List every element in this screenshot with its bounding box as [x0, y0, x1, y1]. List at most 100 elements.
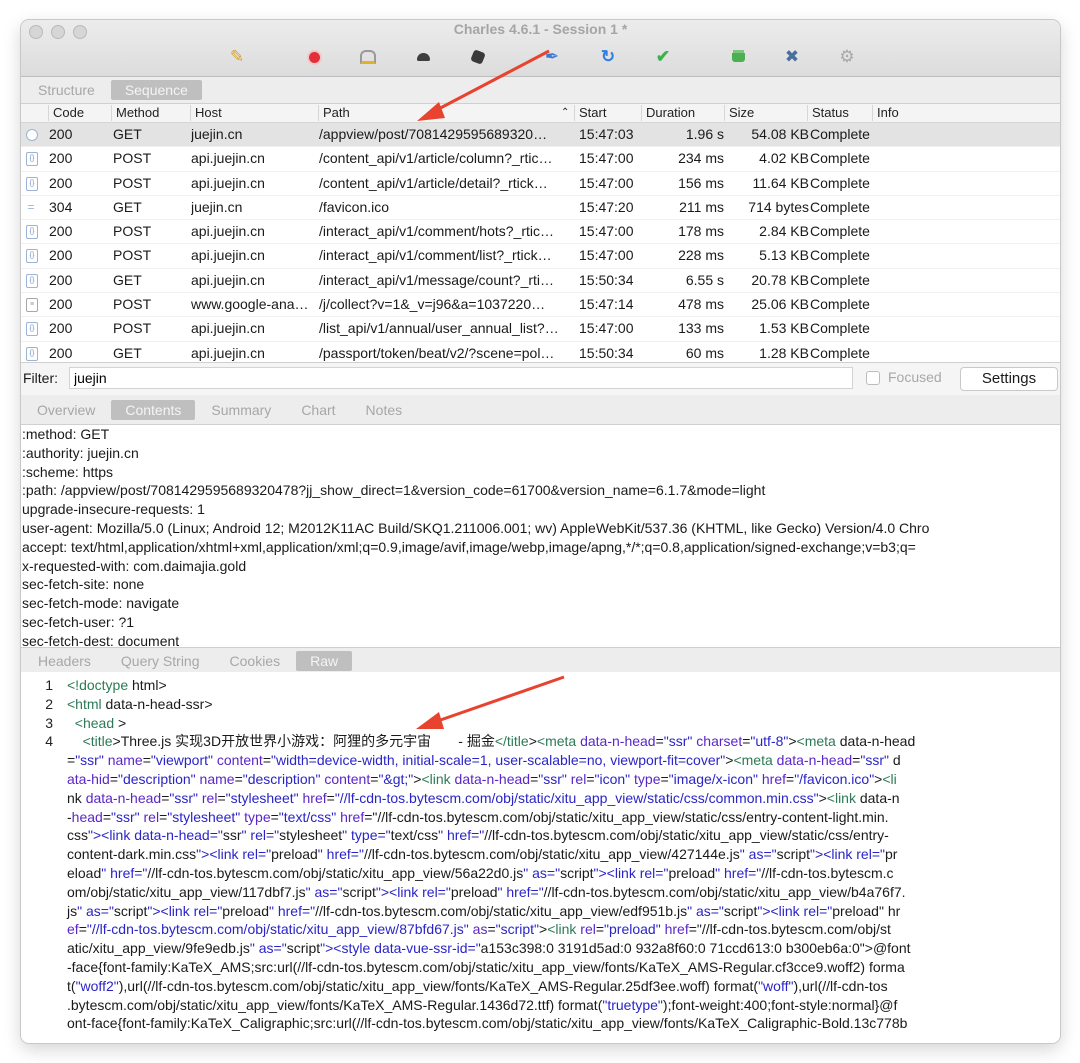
row-path: /interact_api/v1/comment/list?_rtick…: [319, 247, 552, 264]
check-icon[interactable]: ✔: [650, 44, 676, 70]
raw-line: 2 <html data-n-head-ssr>: [21, 695, 1060, 714]
view-tabs-bar: Structure Sequence: [21, 77, 1060, 104]
request-headers-pane: :method: GET :authority: juejin.cn :sche…: [21, 425, 1060, 646]
header-path[interactable]: Path: [318, 105, 350, 121]
row-method: GET: [113, 198, 142, 215]
stop-icon[interactable]: [465, 44, 491, 70]
row-code: 200: [49, 320, 73, 337]
table-row[interactable]: {} 200 GET api.juejin.cn /interact_api/v…: [21, 269, 1060, 294]
tab-notes[interactable]: Notes: [352, 400, 417, 420]
tab-query-string[interactable]: Query String: [107, 651, 214, 671]
pen-icon[interactable]: ✒: [539, 44, 565, 70]
row-size: 714 bytes: [748, 198, 809, 215]
request-json-icon: {}: [26, 176, 38, 191]
row-duration: 478 ms: [678, 296, 724, 313]
raw-line: -face{font-family:KaTeX_AMS;src:url(//lf…: [21, 958, 1060, 977]
gear-icon[interactable]: ⚙: [834, 44, 860, 70]
row-start: 15:47:00: [579, 223, 634, 240]
raw-line-text: atic/xitu_app_view/9fe9edb.js" as="scrip…: [67, 940, 911, 957]
tab-chart[interactable]: Chart: [287, 400, 349, 420]
table-row[interactable]: {} 200 POST api.juejin.cn /list_api/v1/a…: [21, 317, 1060, 342]
header-duration[interactable]: Duration: [641, 105, 695, 121]
table-row[interactable]: {} 200 POST api.juejin.cn /interact_api/…: [21, 244, 1060, 269]
header-size[interactable]: Size: [724, 105, 754, 121]
refresh-icon[interactable]: ↻: [595, 44, 621, 70]
tab-headers[interactable]: Headers: [24, 651, 105, 671]
raw-line: 4 <title>Three.js 实现3D开放世界小游戏：阿狸的多元宇宙 - …: [21, 732, 1060, 751]
basket-icon[interactable]: [725, 44, 751, 70]
raw-line: ="ssr" name="viewport" content="width=de…: [21, 751, 1060, 770]
record-icon[interactable]: [301, 44, 327, 70]
table-row[interactable]: 200 GET juejin.cn /appview/post/70814295…: [21, 123, 1060, 148]
raw-line-text: js" as="script"><link rel="preload" href…: [67, 902, 901, 919]
header-line: user-agent: Mozilla/5.0 (Linux; Android …: [22, 519, 930, 536]
raw-line: js" as="script"><link rel="preload" href…: [21, 902, 1060, 921]
raw-line: ef="//lf-cdn-tos.bytescm.com/obj/static/…: [21, 920, 1060, 939]
focused-checkbox[interactable]: [866, 371, 880, 385]
table-row[interactable]: {} 200 POST api.juejin.cn /content_api/v…: [21, 147, 1060, 172]
header-host[interactable]: Host: [190, 105, 222, 121]
response-tabs-bar: Headers Query String Cookies Raw: [21, 647, 1060, 673]
table-row[interactable]: {} 200 POST api.juejin.cn /content_api/v…: [21, 172, 1060, 196]
settings-button[interactable]: Settings: [960, 367, 1058, 391]
row-duration: 211 ms: [679, 198, 724, 215]
toolbar: ✎ ✒ ↻ ✔ ✖ ⚙: [21, 44, 1060, 74]
header-code[interactable]: Code: [48, 105, 84, 121]
request-html-icon: [26, 129, 38, 141]
raw-line: -head="ssr" rel="stylesheet" type="text/…: [21, 808, 1060, 827]
request-table: 200 GET juejin.cn /appview/post/70814295…: [21, 123, 1060, 366]
row-path: /interact_api/v1/comment/hots?_rtic…: [319, 223, 554, 240]
raw-line: atic/xitu_app_view/9fe9edb.js" as="scrip…: [21, 939, 1060, 958]
header-info[interactable]: Info: [872, 105, 899, 121]
broom-icon[interactable]: ✎: [224, 44, 250, 70]
table-row[interactable]: = 304 GET juejin.cn /favicon.ico 15:47:2…: [21, 196, 1060, 221]
turtle-icon[interactable]: [410, 44, 436, 70]
header-start[interactable]: Start: [574, 105, 606, 121]
row-start: 15:47:14: [579, 296, 634, 313]
raw-line-text: <title>Three.js 实现3D开放世界小游戏：阿狸的多元宇宙 - 掘金…: [82, 733, 916, 750]
tab-sequence[interactable]: Sequence: [110, 80, 202, 100]
row-size: 4.02 KB: [759, 150, 809, 167]
raw-line: nk data-n-head="ssr" rel="stylesheet" hr…: [21, 789, 1060, 808]
tab-cookies[interactable]: Cookies: [216, 651, 295, 671]
filter-input[interactable]: [69, 367, 853, 389]
row-size: 54.08 KB: [751, 126, 809, 142]
row-host: api.juejin.cn: [191, 223, 265, 240]
filter-label: Filter:: [23, 370, 58, 386]
row-code: 200: [49, 126, 73, 142]
raw-line: t("woff2"),url(//lf-cdn-tos.bytescm.com/…: [21, 977, 1060, 996]
row-size: 5.13 KB: [759, 247, 809, 264]
header-line: x-requested-with: com.daimajia.gold: [22, 557, 247, 574]
raw-line-text: css"><link data-n-head="ssr" rel="styles…: [67, 827, 889, 844]
request-unchanged-icon: =: [26, 199, 36, 214]
header-line: sec-fetch-mode: navigate: [22, 595, 180, 612]
raw-line: content-dark.min.css"><link rel="preload…: [21, 845, 1060, 864]
tab-raw[interactable]: Raw: [296, 651, 353, 671]
row-duration: 156 ms: [678, 174, 724, 191]
raw-line: 1 <!doctype html>: [21, 676, 1060, 695]
header-status[interactable]: Status: [807, 105, 849, 121]
request-json-icon: {}: [26, 322, 38, 337]
tools-icon[interactable]: ✖: [779, 44, 805, 70]
row-status: Complete: [810, 198, 870, 215]
row-host: api.juejin.cn: [191, 320, 265, 337]
line-number: 4: [45, 733, 53, 750]
request-text-icon: ≡: [26, 298, 38, 313]
header-line: upgrade-insecure-requests: 1: [22, 501, 205, 518]
tab-overview[interactable]: Overview: [23, 400, 109, 420]
row-host: www.google-ana…: [191, 296, 309, 313]
throttle-icon[interactable]: [355, 44, 381, 70]
tab-summary[interactable]: Summary: [197, 400, 285, 420]
table-row[interactable]: ≡ 200 POST www.google-ana… /j/collect?v=…: [21, 293, 1060, 318]
header-line: sec-fetch-dest: document: [22, 632, 180, 646]
tab-structure[interactable]: Structure: [24, 80, 109, 100]
row-path: /interact_api/v1/message/count?_rti…: [319, 271, 555, 288]
table-row[interactable]: {} 200 POST api.juejin.cn /interact_api/…: [21, 220, 1060, 245]
row-duration: 6.55 s: [685, 271, 724, 288]
tab-contents[interactable]: Contents: [111, 400, 196, 420]
row-method: POST: [113, 296, 152, 313]
raw-line-text: ef="//lf-cdn-tos.bytescm.com/obj/static/…: [67, 921, 891, 938]
header-method[interactable]: Method: [111, 105, 159, 121]
row-status: Complete: [810, 320, 870, 337]
row-method: POST: [113, 320, 152, 337]
